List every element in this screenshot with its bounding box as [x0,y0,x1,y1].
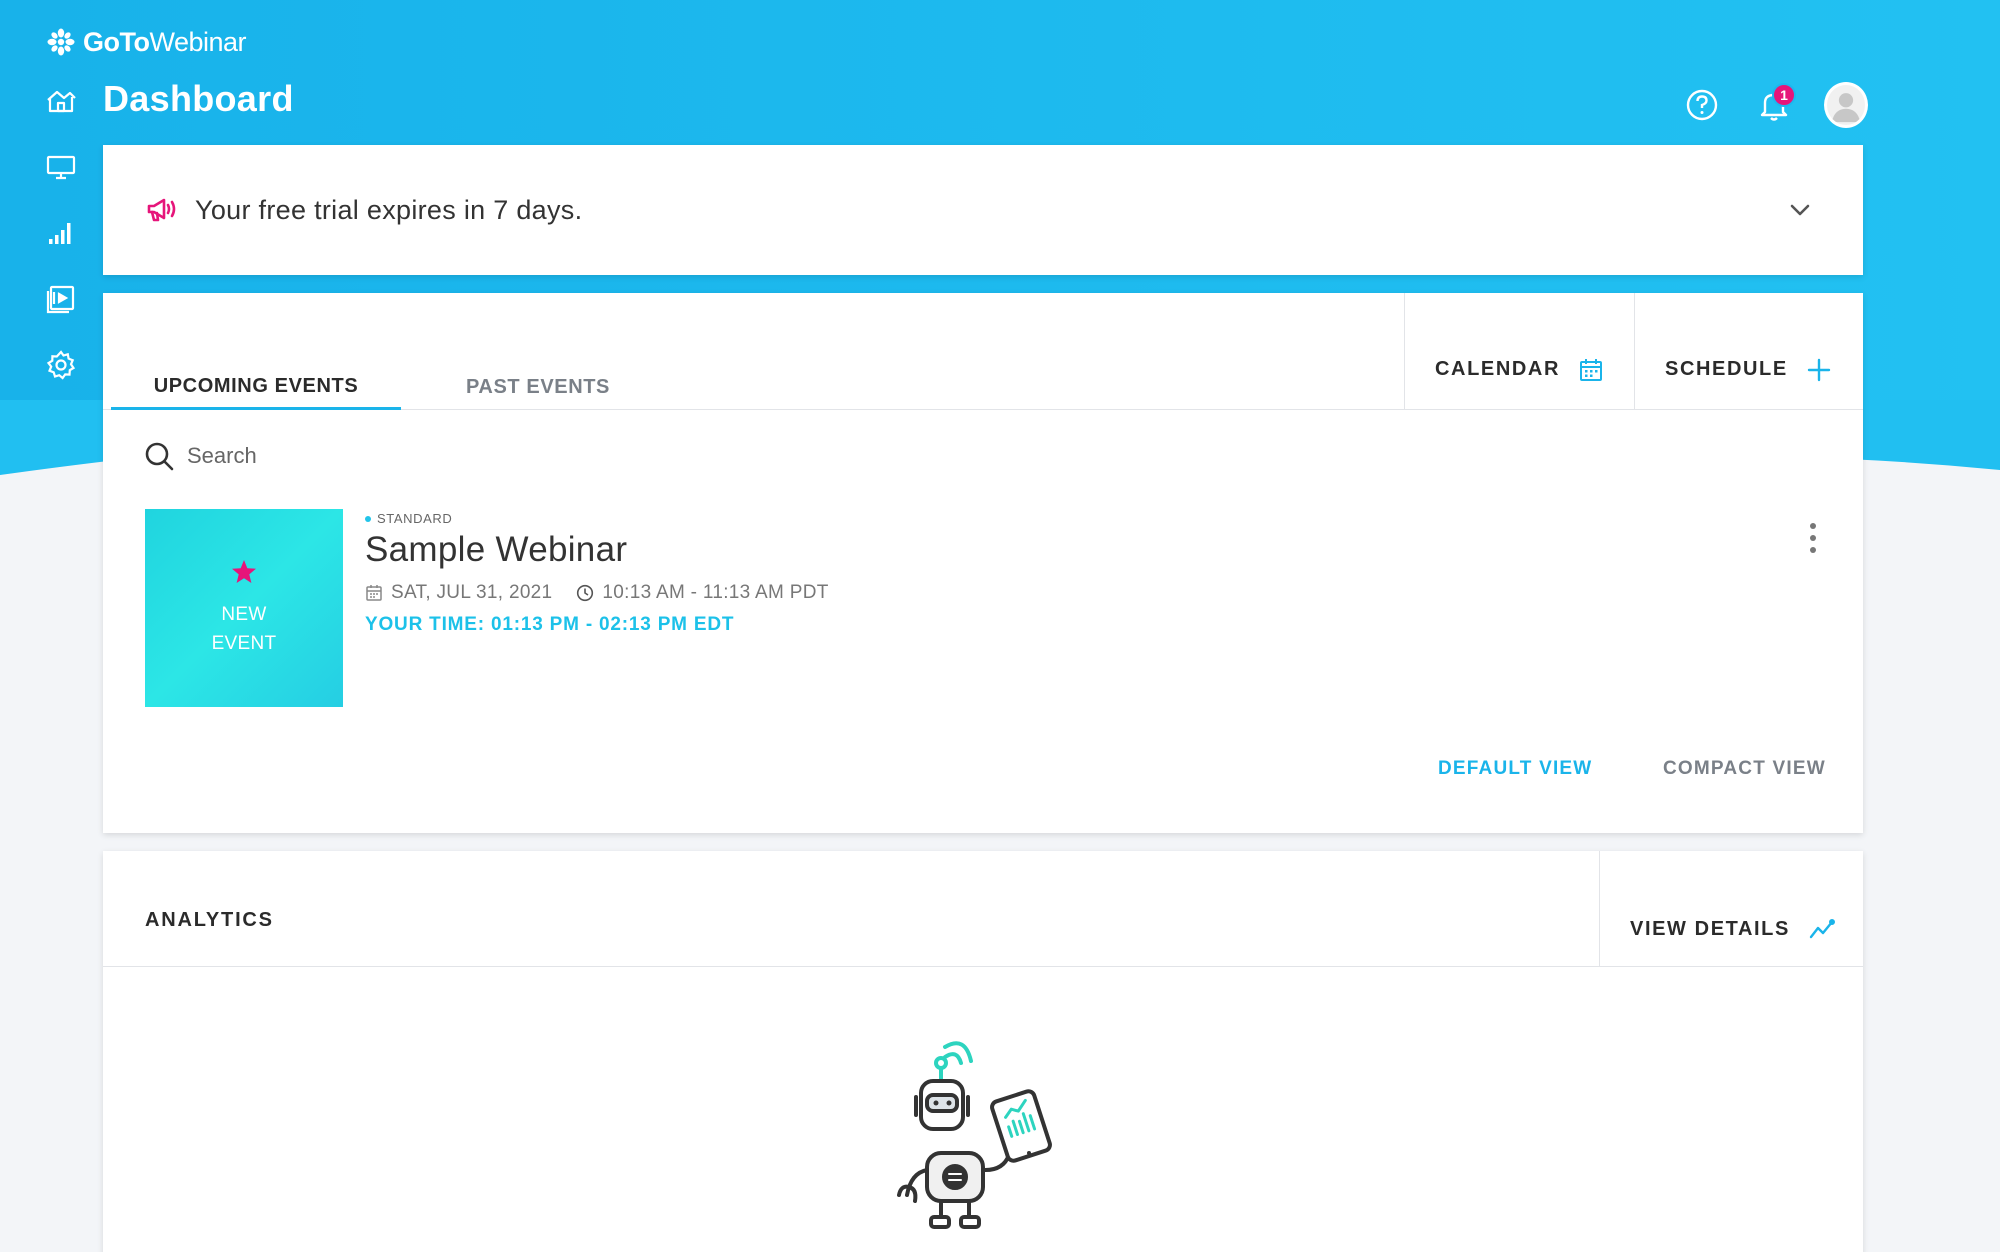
event-type-dot [365,515,371,522]
video-library-icon [46,285,75,314]
sidebar-item-settings[interactable] [36,344,86,386]
megaphone-icon [147,198,176,222]
event-time: 10:13 AM - 11:13 AM PDT [576,582,828,604]
default-view-button[interactable]: DEFAULT VIEW [1438,758,1592,780]
monitor-icon [46,155,76,180]
view-details-label: VIEW DETAILS [1630,917,1790,940]
clock-icon [577,584,594,602]
user-avatar-icon [1831,93,1861,123]
help-button[interactable] [1680,83,1724,127]
sidebar-item-webinars[interactable] [36,146,86,188]
analytics-panel: ANALYTICS VIEW DETAILS [103,851,1863,1252]
event-search [143,436,743,476]
event-meta: SAT, JUL 31, 2021 10:13 AM - 11:13 AM PD… [365,582,1265,604]
robot-illustration [897,1041,1052,1229]
search-icon [145,442,174,471]
more-vertical-icon [1810,523,1816,553]
gotowebinar-logo-icon [47,28,75,56]
notifications-button[interactable]: 1 [1752,83,1796,127]
schedule-button[interactable]: SCHEDULE [1634,293,1863,410]
sidebar-item-home[interactable] [36,80,86,122]
notification-badge: 1 [1772,83,1796,107]
events-tab-bar: UPCOMING EVENTS PAST EVENTS CALENDAR SCH… [103,293,1863,410]
trend-line-icon [1809,918,1835,939]
avatar [1824,82,1868,128]
event-date: SAT, JUL 31, 2021 [365,582,552,604]
calendar-small-icon [366,585,382,601]
plus-icon [1807,358,1831,381]
calendar-icon [1580,358,1603,381]
event-type: STANDARD [365,511,1265,526]
event-thumbnail[interactable]: NEW EVENT [145,509,343,707]
schedule-label: SCHEDULE [1665,358,1788,380]
sidebar-item-analytics[interactable] [36,212,86,254]
trial-message: Your free trial expires in 7 days. [195,194,583,225]
calendar-label: CALENDAR [1435,358,1561,380]
events-panel: UPCOMING EVENTS PAST EVENTS CALENDAR SCH… [103,293,1863,833]
thumbnail-label: NEW EVENT [211,604,277,654]
home-icon [47,90,76,113]
logo-text: GoToWebinar [83,26,247,57]
star-icon [232,560,256,583]
event-more-options[interactable] [1799,518,1827,558]
app-logo[interactable]: GoToWebinar [45,22,247,62]
event-details: STANDARD Sample Webinar SAT, JUL 31, 202… [365,511,1265,636]
event-local-time: YOUR TIME: 01:13 PM - 02:13 PM EDT [365,614,735,635]
view-details-button[interactable]: VIEW DETAILS [1599,851,1863,967]
trial-banner: Your free trial expires in 7 days. [103,145,1863,275]
user-menu-button[interactable] [1824,82,1868,128]
tab-upcoming-events[interactable]: UPCOMING EVENTS [111,363,401,410]
sidebar-item-recordings[interactable] [36,278,86,320]
analytics-header: ANALYTICS VIEW DETAILS [103,851,1863,967]
analytics-title: ANALYTICS [145,909,274,931]
help-icon [1686,89,1718,121]
chevron-down-icon[interactable] [1785,195,1815,225]
bar-chart-icon [49,223,71,244]
page-title: Dashboard [103,78,294,119]
calendar-button[interactable]: CALENDAR [1404,293,1634,410]
gear-icon [46,350,76,380]
compact-view-button[interactable]: COMPACT VIEW [1663,758,1826,780]
event-title[interactable]: Sample Webinar [365,530,1265,570]
sidebar-nav [36,80,86,386]
tab-past-events[interactable]: PAST EVENTS [413,363,663,410]
search-input[interactable] [187,443,707,469]
header-actions: 1 [1680,80,1868,130]
